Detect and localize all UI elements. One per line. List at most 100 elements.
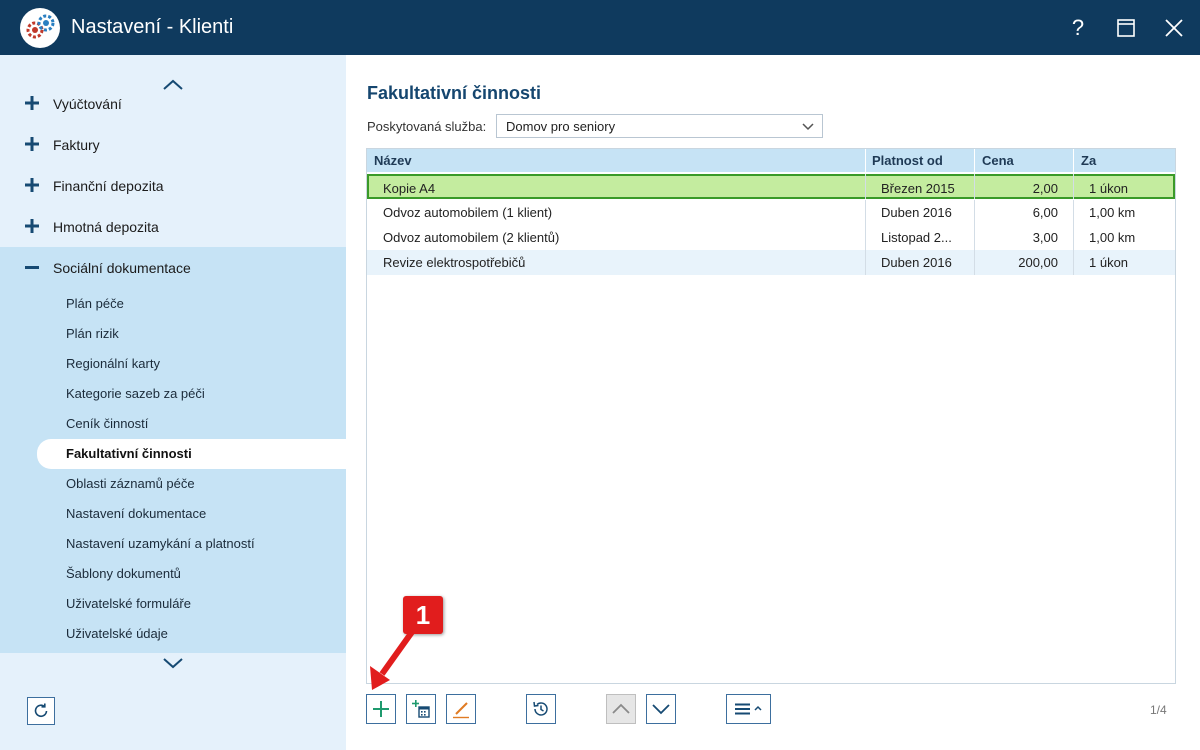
plus-icon (25, 137, 39, 151)
sidebar-subitem-label: Uživatelské údaje (66, 626, 168, 641)
cell-nazev: Kopie A4 (383, 181, 436, 196)
history-button[interactable] (526, 694, 556, 724)
close-button[interactable] (1154, 8, 1194, 48)
sidebar-subitem-label: Oblasti záznamů péče (66, 476, 195, 491)
table-header: Název Platnost od Cena Za (367, 149, 1175, 172)
sidebar-subitem-label: Uživatelské formuláře (66, 596, 191, 611)
calendar-plus-icon (412, 700, 430, 718)
pager: 1/4 (1150, 703, 1167, 717)
sidebar-scroll-down[interactable] (160, 653, 186, 673)
table-row[interactable]: Revize elektrospotřebičů Duben 2016 200,… (367, 250, 1175, 275)
menu-button[interactable] (726, 694, 771, 724)
callout-badge: 1 (403, 596, 443, 634)
edit-button[interactable] (446, 694, 476, 724)
sidebar-subitem-uzivatelske-formulare[interactable]: Uživatelské formuláře (0, 589, 346, 619)
sidebar-item-vyuctovani[interactable]: Vyúčtování (0, 83, 346, 124)
callout-arrow-icon (370, 630, 415, 690)
sidebar-subitem-cenik-cinnosti[interactable]: Ceník činností (0, 409, 346, 439)
chevron-down-icon (652, 704, 670, 715)
sidebar-subitem-label: Nastavení dokumentace (66, 506, 207, 521)
table-row[interactable]: Odvoz automobilem (1 klient) Duben 2016 … (367, 200, 1175, 225)
refresh-icon (34, 703, 48, 717)
column-header-za[interactable]: Za (1081, 153, 1096, 168)
sidebar-item-label: Finanční depozita (53, 178, 164, 194)
help-icon: ? (1071, 15, 1085, 40)
sidebar-subitem-plan-rizik[interactable]: Plán rizik (0, 319, 346, 349)
sidebar-subitem-sablony-dokumentu[interactable]: Šablony dokumentů (0, 559, 346, 589)
sidebar: Vyúčtování Faktury Finanční depozita Hmo… (0, 55, 346, 750)
cell-za: 1 úkon (1089, 181, 1129, 196)
column-header-platnost[interactable]: Platnost od (872, 153, 943, 168)
table-row[interactable]: Odvoz automobilem (2 klientů) Listopad 2… (367, 225, 1175, 250)
service-select[interactable]: Domov pro seniory (496, 114, 823, 138)
cell-za: 1,00 km (1089, 205, 1136, 220)
sidebar-subitem-nastaveni-dokumentace[interactable]: Nastavení dokumentace (0, 499, 346, 529)
sidebar-item-label: Vyúčtování (53, 96, 122, 112)
plus-icon (25, 178, 39, 192)
sidebar-top-items: Vyúčtování Faktury Finanční depozita Hmo… (0, 83, 346, 247)
column-header-nazev[interactable]: Název (374, 153, 412, 168)
add-dated-button[interactable] (406, 694, 436, 724)
sidebar-subitem-nastaveni-uzamykani[interactable]: Nastavení uzamykání a platností (0, 529, 346, 559)
sidebar-subitem-uzivatelske-udaje[interactable]: Uživatelské údaje (0, 619, 346, 649)
cell-platnost: Duben 2016 (881, 255, 952, 270)
sidebar-item-label: Hmotná depozita (53, 219, 159, 235)
refresh-button[interactable] (27, 697, 55, 725)
sidebar-section-socialni-dokumentace: Sociální dokumentace Plán péče Plán rizi… (0, 247, 346, 653)
service-label: Poskytovaná služba: (367, 119, 487, 134)
chevron-up-icon (612, 703, 630, 714)
sidebar-subitem-label: Fakultativní činnosti (66, 446, 192, 461)
title-bar: Nastavení - Klienti ? (0, 0, 1200, 55)
help-button[interactable]: ? (1058, 8, 1098, 48)
cell-nazev: Odvoz automobilem (1 klient) (383, 205, 553, 220)
chevron-down-icon (802, 123, 814, 131)
sidebar-subitem-label: Šablony dokumentů (66, 566, 181, 581)
activities-table: Název Platnost od Cena Za Kopie A4 Březe… (366, 148, 1176, 684)
sidebar-item-faktury[interactable]: Faktury (0, 124, 346, 165)
sidebar-subitem-label: Plán péče (66, 296, 124, 311)
cell-platnost: Březen 2015 (881, 181, 955, 196)
sidebar-subitem-regionalni-karty[interactable]: Regionální karty (0, 349, 346, 379)
cell-nazev: Revize elektrospotřebičů (383, 255, 526, 270)
cell-platnost: Duben 2016 (881, 205, 952, 220)
plus-icon (373, 701, 389, 717)
add-button[interactable] (366, 694, 396, 724)
sidebar-section-header[interactable]: Sociální dokumentace (0, 247, 346, 289)
sidebar-subitem-kategorie-sazeb[interactable]: Kategorie sazeb za péči (0, 379, 346, 409)
minus-icon (25, 266, 39, 269)
window-title: Nastavení - Klienti (71, 16, 234, 38)
table-row[interactable]: Kopie A4 Březen 2015 2,00 1 úkon (367, 174, 1175, 199)
move-down-button[interactable] (646, 694, 676, 724)
chevron-down-icon (163, 658, 183, 669)
pencil-icon (453, 702, 469, 719)
close-icon (1165, 19, 1183, 37)
sidebar-item-label: Faktury (53, 137, 100, 153)
history-icon (533, 701, 548, 716)
sidebar-subitem-label: Regionální karty (66, 356, 160, 371)
sidebar-item-financni-depozita[interactable]: Finanční depozita (0, 165, 346, 206)
cell-za: 1 úkon (1089, 255, 1129, 270)
sidebar-subitem-label: Ceník činností (66, 416, 149, 431)
cell-za: 1,00 km (1089, 230, 1136, 245)
cell-cena: 2,00 (1032, 181, 1058, 196)
cell-cena: 200,00 (1018, 255, 1058, 270)
sidebar-subitem-label: Kategorie sazeb za péči (66, 386, 205, 401)
sidebar-section-label: Sociální dokumentace (53, 260, 191, 276)
sidebar-item-hmotna-depozita[interactable]: Hmotná depozita (0, 206, 346, 247)
sidebar-subitem-oblasti-zaznamu[interactable]: Oblasti záznamů péče (0, 469, 346, 499)
maximize-icon (1117, 19, 1135, 37)
cell-nazev: Odvoz automobilem (2 klientů) (383, 230, 560, 245)
sidebar-subitem-plan-pece[interactable]: Plán péče (0, 289, 346, 319)
page-title: Fakultativní činnosti (367, 83, 542, 103)
gears-icon (20, 8, 60, 48)
sidebar-subitem-fakultativni-cinnosti[interactable]: Fakultativní činnosti (37, 439, 346, 469)
service-select-value: Domov pro seniory (506, 119, 616, 134)
column-header-cena[interactable]: Cena (982, 153, 1014, 168)
plus-icon (25, 96, 39, 110)
maximize-button[interactable] (1106, 8, 1146, 48)
plus-icon (25, 219, 39, 233)
menu-icon (734, 703, 762, 715)
move-up-button[interactable] (606, 694, 636, 724)
cell-cena: 3,00 (1032, 230, 1058, 245)
sidebar-subitem-label: Nastavení uzamykání a platností (66, 536, 255, 551)
